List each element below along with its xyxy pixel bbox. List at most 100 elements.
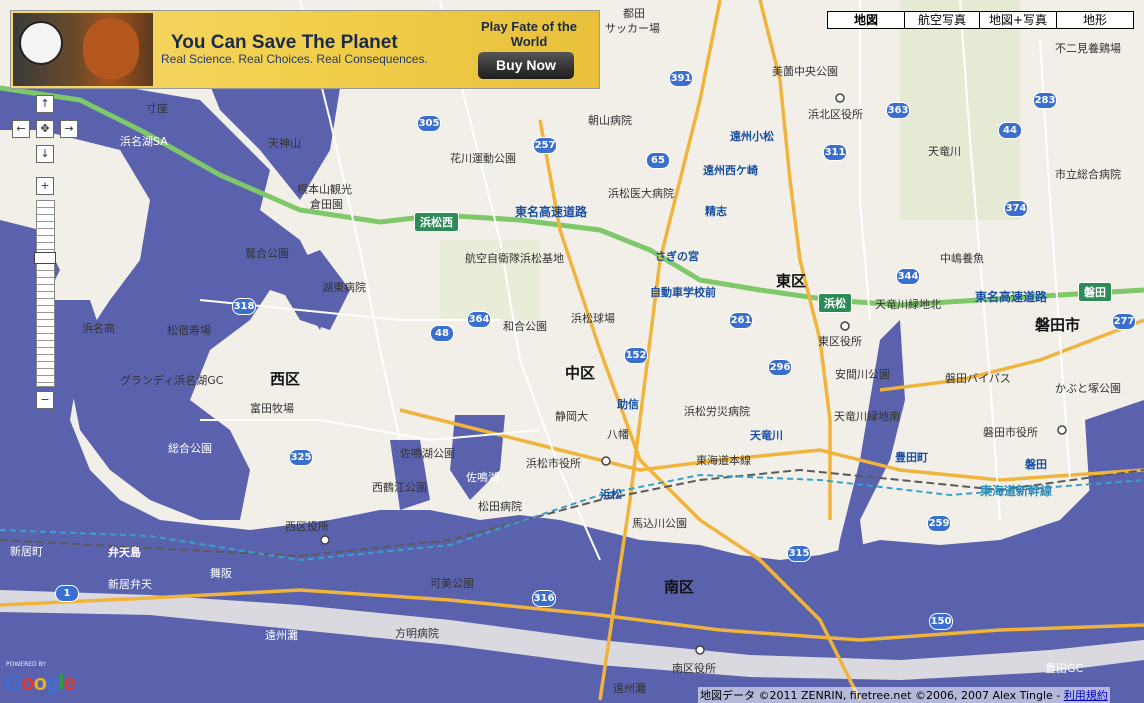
- label-tenryugawa: 天竜川: [928, 145, 961, 158]
- buy-now-button[interactable]: Buy Now: [478, 52, 574, 79]
- route-shield: 283: [1033, 92, 1057, 109]
- label-kawana: 可美公園: [430, 577, 474, 590]
- ad-banner[interactable]: You Can Save The Planet Real Science. Re…: [10, 10, 600, 89]
- route-shield: 318: [232, 298, 256, 315]
- label-sukumo: 助信: [617, 398, 639, 411]
- label-sakka: サッカー場: [605, 22, 660, 35]
- route-shield: 1: [55, 585, 79, 602]
- label-mazome: 馬込川公園: [632, 517, 687, 530]
- label-hanakawa-park: 花川運動公園: [450, 152, 516, 165]
- label-washi-park: 鷲合公園: [245, 247, 289, 260]
- panda-image: [19, 21, 63, 65]
- terms-link[interactable]: 利用規約: [1064, 689, 1108, 702]
- label-nishi-ku: 西区: [270, 370, 301, 388]
- label-enshu: 遠州灘: [613, 682, 646, 695]
- map-type-map[interactable]: 地図: [827, 11, 905, 29]
- route-shield: 311: [823, 144, 847, 161]
- label-toshu-nishi: 遠州西ケ崎: [703, 164, 758, 177]
- route-shield: 391: [669, 70, 693, 87]
- label-minami-office: 南区役所: [672, 662, 716, 675]
- map-canvas[interactable]: [0, 0, 1144, 703]
- label-asayama: 朝山病院: [588, 114, 632, 127]
- route-shield: 152: [624, 347, 648, 364]
- label-shizuoka-u: 静岡大: [555, 410, 588, 423]
- pan-right-button[interactable]: →: [60, 120, 78, 138]
- label-tenryugawa-st: 天竜川: [750, 429, 783, 442]
- route-shield: 44: [998, 122, 1022, 139]
- pan-center-button[interactable]: ✥: [36, 120, 54, 138]
- route-shield: 364: [467, 311, 491, 328]
- label-tahata: 富田牧場: [250, 402, 294, 415]
- label-hamamatsu: 浜松: [600, 488, 622, 501]
- google-logo[interactable]: Google: [5, 670, 76, 696]
- route-shield: 48: [430, 325, 454, 342]
- label-misono: 美薗中央公園: [772, 65, 838, 78]
- label-shinkyo: 新居町: [10, 545, 43, 558]
- route-shield: 374: [1004, 200, 1028, 217]
- label-sanagimiya: さぎの宮: [655, 250, 699, 263]
- label-sunza: 寸座: [146, 102, 168, 115]
- label-higashi-ku: 東区: [776, 272, 807, 290]
- label-matsukake: 松宿寿場: [167, 324, 211, 337]
- label-rosai: 浜松労災病院: [684, 405, 750, 418]
- label-matsuda-h: 浜松医大病院: [608, 187, 674, 200]
- label-iwata-bypass: 磐田バイパス: [945, 372, 1011, 385]
- map-type-hybrid[interactable]: 地図+写真: [979, 11, 1057, 29]
- label-nemotoyama: 根本山観光: [297, 183, 352, 196]
- label-iwata-office: 磐田市役所: [983, 426, 1038, 439]
- map-type-selector: 地図 航空写真 地図+写真 地形: [827, 11, 1134, 29]
- label-tomei: 東名高速道路: [515, 205, 588, 219]
- ad-cta-title: Play Fate of the World: [480, 19, 578, 49]
- powered-by-text: POWERED BY: [6, 661, 47, 668]
- label-minami-ku: 南区: [664, 578, 695, 596]
- label-tenjinyama: 天神山: [268, 137, 301, 150]
- label-matsuda: 松田病院: [478, 500, 522, 513]
- label-tenryugawa-kita: 天竜川緑地北: [875, 298, 941, 311]
- route-shield: 257: [533, 137, 557, 154]
- label-nishiso: 西鶴江公園: [372, 481, 427, 494]
- route-shield: 259: [927, 515, 951, 532]
- orangutan-image: [83, 19, 139, 79]
- label-hamanako-sa: 浜名湖SA: [120, 135, 168, 148]
- map-type-satellite[interactable]: 航空写真: [904, 11, 980, 29]
- pan-left-button[interactable]: ←: [12, 120, 30, 138]
- copyright-text: 地図データ ©2011 ZENRIN, firetree.net ©2006, …: [700, 689, 1064, 702]
- ic-iwata: 磐田: [1078, 282, 1112, 302]
- zoom-slider-track[interactable]: [36, 200, 55, 387]
- label-tokaido: 東海道本線: [696, 454, 751, 467]
- label-hamana-h: 浜名高: [82, 322, 115, 335]
- label-shiritsu: 市立総合病院: [1055, 168, 1121, 181]
- label-seishi: 精志: [705, 205, 727, 218]
- label-tsuda: 都田: [623, 7, 645, 20]
- copyright-notice: 地図データ ©2011 ZENRIN, firetree.net ©2006, …: [698, 687, 1110, 703]
- label-tenryugawa-minami: 天竜川緑地南: [834, 410, 900, 423]
- label-sakumako-park: 佐鳴湖公園: [400, 447, 455, 460]
- label-bentenjima: 弁天島: [108, 546, 141, 559]
- map-type-terrain[interactable]: 地形: [1056, 11, 1134, 29]
- pan-down-button[interactable]: ↓: [36, 145, 54, 163]
- label-toyodacho: 豊田町: [895, 451, 928, 464]
- zoom-out-button[interactable]: −: [36, 391, 54, 409]
- label-toyoda-gc: 豊田GC: [1045, 662, 1084, 675]
- label-iwata: 磐田: [1025, 458, 1047, 471]
- label-kuradaen: 倉田園: [310, 198, 343, 211]
- label-maisaka: 舞阪: [210, 567, 232, 580]
- route-shield: 150: [929, 613, 953, 630]
- label-tomei2: 東名高速道路: [975, 290, 1048, 304]
- label-wago: 和合公園: [503, 320, 547, 333]
- label-hachiman: 八幡: [607, 428, 629, 441]
- route-shield: 261: [729, 312, 753, 329]
- pan-up-button[interactable]: ↑: [36, 95, 54, 113]
- label-hoomi: 方明病院: [395, 627, 439, 640]
- label-nishiku-office: 西区役所: [285, 520, 329, 533]
- label-kafuto: かぶと塚公園: [1055, 382, 1121, 395]
- label-higashi-office: 東区役所: [818, 335, 862, 348]
- zoom-slider-handle[interactable]: [34, 252, 56, 264]
- zoom-in-button[interactable]: +: [36, 177, 54, 195]
- route-shield: 65: [646, 152, 670, 169]
- label-sogo-park: 総合公園: [168, 442, 212, 455]
- label-sanaruko: 佐鳴湖: [466, 471, 499, 484]
- label-toshu: 遠州小松: [730, 130, 774, 143]
- ic-hamamatsu: 浜松: [818, 293, 852, 313]
- ad-headline: You Can Save The Planet: [171, 32, 398, 53]
